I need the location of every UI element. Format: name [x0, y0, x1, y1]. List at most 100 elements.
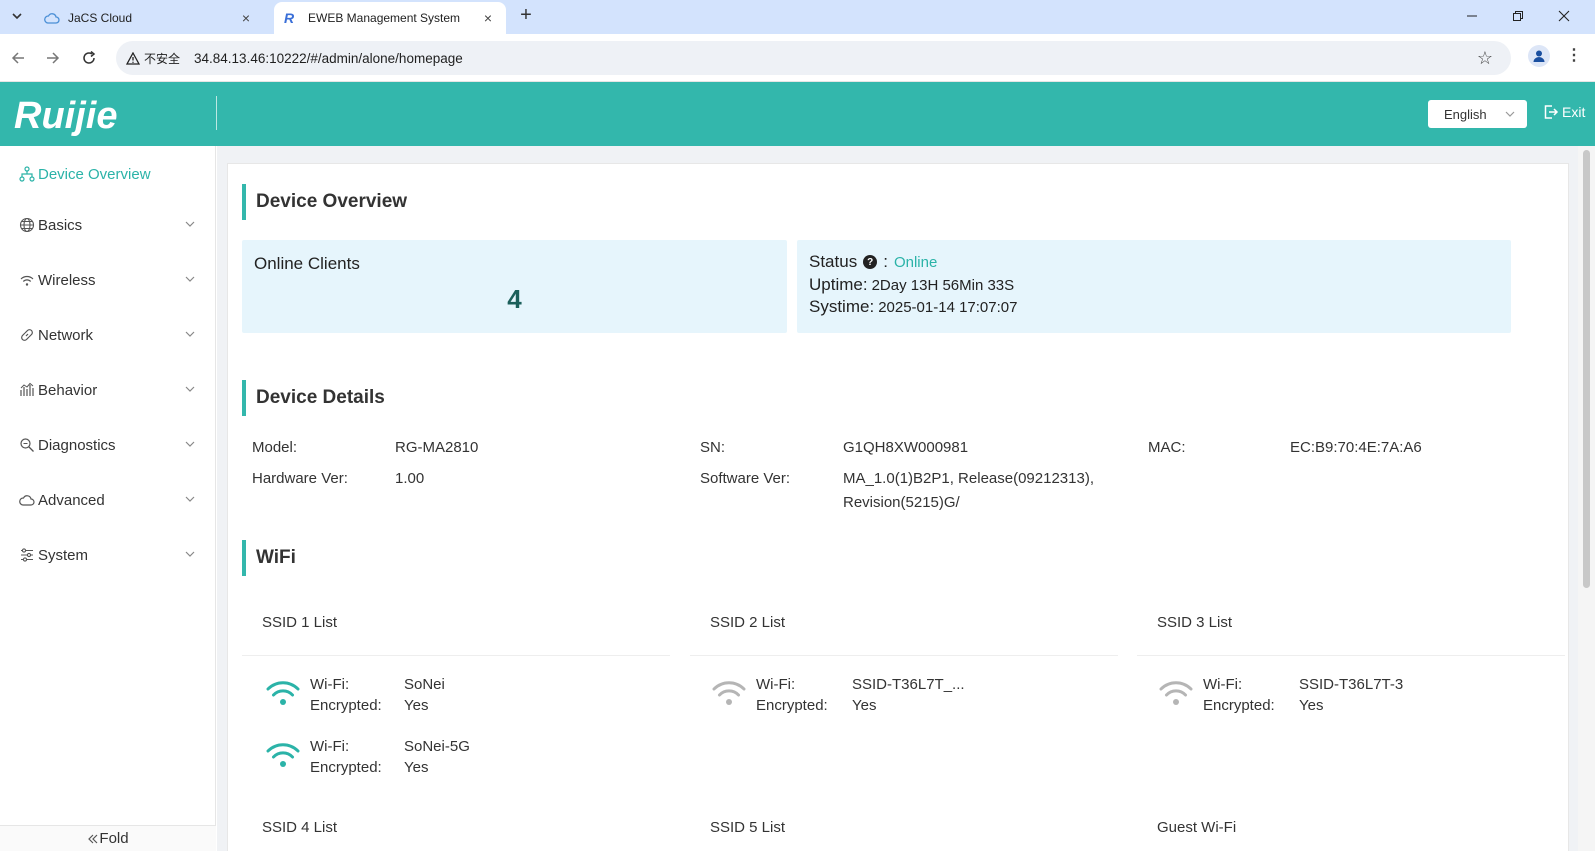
systime-line: Systime: 2025-01-14 17:07:07 — [809, 297, 1017, 317]
wifi-entry[interactable]: Wi-Fi: SSID-T36L7T-3 Encrypted: Yes — [1159, 676, 1559, 720]
app-header: Ruijie English Exit — [0, 82, 1595, 146]
close-window-button[interactable] — [1541, 0, 1587, 32]
uptime-line: Uptime: 2Day 13H 56Min 33S — [809, 275, 1014, 295]
software-ver-value-line2: Revision(5215)G/ — [843, 494, 960, 511]
restore-button[interactable] — [1495, 0, 1541, 32]
encrypted-key-label: Encrypted: — [756, 697, 828, 714]
browser-menu-icon[interactable]: ⋮ — [1566, 45, 1582, 67]
wifi-key-label: Wi-Fi: — [1203, 676, 1243, 693]
status-line: Status ? : Online — [809, 252, 937, 272]
svg-text:Ruijie: Ruijie — [14, 96, 117, 136]
chevron-down-icon — [185, 276, 195, 282]
back-button[interactable] — [6, 46, 30, 70]
url-input[interactable]: 不安全 34.84.13.46:10222/#/admin/alone/home… — [116, 41, 1511, 75]
sidebar-item-label: Basics — [38, 216, 83, 234]
sidebar-item-network[interactable]: Network — [0, 320, 216, 350]
chevron-down-icon — [185, 551, 195, 557]
cloud-icon — [44, 10, 60, 26]
address-bar: 不安全 34.84.13.46:10222/#/admin/alone/home… — [0, 34, 1595, 82]
sidebar-item-basics[interactable]: Basics — [0, 210, 216, 240]
wifi-entry[interactable]: Wi-Fi: SoNei Encrypted: Yes — [266, 676, 666, 720]
logout-icon — [1544, 105, 1559, 119]
wifi-entry[interactable]: Wi-Fi: SSID-T36L7T_... Encrypted: Yes — [712, 676, 1112, 720]
encrypted-key-label: Encrypted: — [310, 697, 382, 714]
wifi-signal-icon — [266, 681, 300, 705]
model-value: RG-MA2810 — [395, 439, 479, 456]
tab-search-button[interactable] — [6, 5, 28, 27]
tab-title: EWEB Management System — [308, 11, 461, 25]
sidebar-item-wireless[interactable]: Wireless — [0, 265, 216, 295]
warning-icon — [126, 51, 140, 65]
software-ver-label: Software Ver: — [700, 470, 791, 487]
close-tab-icon[interactable]: × — [480, 10, 496, 26]
uptime-label: Uptime: — [809, 275, 868, 294]
tab-eweb[interactable]: R EWEB Management System × — [274, 2, 506, 34]
sidebar-item-diagnostics[interactable]: Diagnostics — [0, 430, 216, 460]
online-clients-card: Online Clients 4 — [242, 240, 787, 333]
chevron-down-icon — [185, 386, 195, 392]
wifi-ssid-value: SSID-T36L7T_... — [852, 676, 965, 693]
link-icon — [18, 326, 36, 344]
systime-label: Systime: — [809, 297, 875, 316]
status-value: Online — [893, 253, 938, 271]
sidebar-item-behavior[interactable]: Behavior — [0, 375, 216, 405]
page-scrollbar-thumb[interactable] — [1583, 150, 1590, 588]
sidebar-item-label: Device Overview — [38, 165, 151, 183]
chevron-down-icon — [185, 496, 195, 502]
globe-icon — [18, 216, 36, 234]
wifi-ssid-value: SoNei — [404, 676, 445, 693]
security-chip[interactable]: 不安全 — [126, 50, 194, 67]
reload-button[interactable] — [77, 46, 101, 70]
wifi-ssid-value: SSID-T36L7T-3 — [1299, 676, 1404, 693]
chevron-down-icon — [185, 441, 195, 447]
browser-tab-bar: JaCS Cloud × R EWEB Management System × … — [0, 0, 1595, 34]
sn-value: G1QH8XW000981 — [843, 439, 969, 456]
sidebar-item-system[interactable]: System — [0, 540, 216, 570]
uptime-value: 2Day 13H 56Min 33S — [871, 276, 1015, 294]
double-chevron-left-icon — [88, 834, 98, 843]
new-tab-button[interactable]: + — [514, 4, 538, 28]
encrypted-key-label: Encrypted: — [1203, 697, 1275, 714]
sidebar-item-label: Diagnostics — [38, 436, 116, 454]
online-clients-label: Online Clients — [254, 254, 360, 273]
sidebar-item-device-overview[interactable]: Device Overview — [0, 159, 216, 189]
ssid-4-list-header: SSID 4 List — [262, 819, 338, 836]
arrow-right-icon — [47, 52, 60, 64]
arrow-left-icon — [11, 52, 24, 64]
status-card: Status ? : Online Uptime: 2Day 13H 56Min… — [797, 240, 1511, 333]
person-icon — [1533, 50, 1545, 62]
hardware-ver-value: 1.00 — [395, 470, 425, 487]
encrypted-value: Yes — [1299, 697, 1324, 714]
sidebar-item-advanced[interactable]: Advanced — [0, 485, 216, 515]
forward-button[interactable] — [41, 46, 65, 70]
profile-avatar[interactable] — [1528, 45, 1550, 67]
ssid-2-list-header: SSID 2 List — [690, 614, 1118, 656]
sidebar-item-label: Network — [38, 326, 94, 344]
chevron-down-icon — [185, 221, 195, 227]
close-tab-icon[interactable]: × — [238, 10, 254, 26]
language-select[interactable]: English — [1428, 100, 1527, 128]
close-icon — [1558, 10, 1570, 22]
systime-value: 2025-01-14 17:07:07 — [878, 298, 1018, 316]
wifi-entry[interactable]: Wi-Fi: SoNei-5G Encrypted: Yes — [266, 738, 666, 782]
question-icon[interactable]: ? — [863, 255, 878, 269]
guest-wifi-header: Guest Wi-Fi — [1157, 819, 1237, 836]
wifi-icon — [18, 271, 36, 289]
ruijie-favicon-icon: R — [284, 10, 300, 26]
minimize-button[interactable] — [1449, 0, 1495, 32]
online-clients-value[interactable]: 4 — [242, 284, 787, 315]
wifi-signal-icon — [266, 743, 300, 767]
tab-jacs-cloud[interactable]: JaCS Cloud × — [34, 2, 264, 34]
bookmark-star-icon[interactable]: ☆ — [1477, 48, 1493, 69]
wifi-signal-icon — [1159, 681, 1193, 705]
fold-label: Fold — [99, 830, 129, 847]
wifi-signal-icon — [712, 681, 746, 705]
exit-button[interactable]: Exit — [1543, 104, 1585, 120]
fold-button[interactable]: Fold — [0, 825, 216, 851]
url-text: 34.84.13.46:10222/#/admin/alone/homepage — [194, 50, 463, 66]
ruijie-logo: Ruijie — [14, 96, 117, 136]
exit-label: Exit — [1562, 104, 1586, 120]
wifi-key-label: Wi-Fi: — [310, 738, 350, 755]
bar-chart-icon — [18, 381, 36, 399]
encrypted-value: Yes — [404, 759, 429, 776]
